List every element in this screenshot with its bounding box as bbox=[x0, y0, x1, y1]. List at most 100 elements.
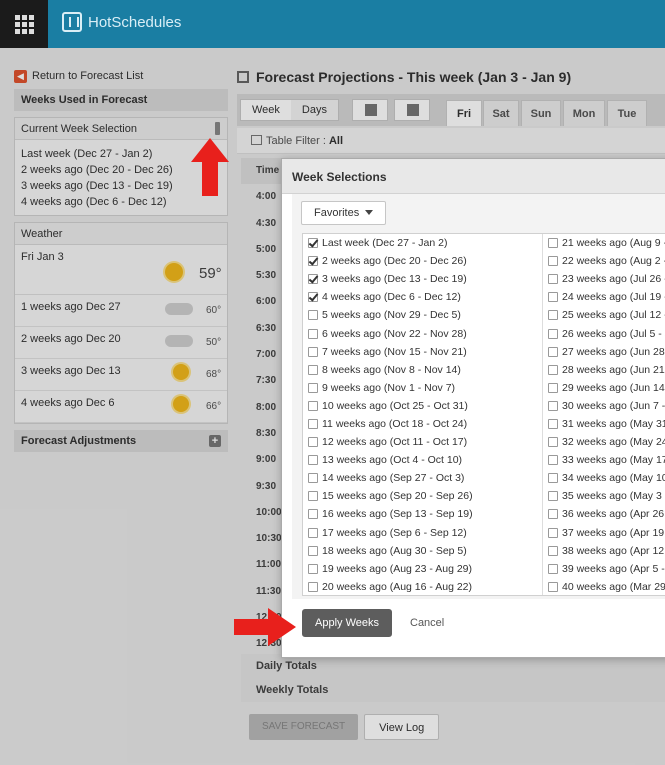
cancel-button[interactable]: Cancel bbox=[410, 617, 444, 629]
checkbox-unchecked[interactable] bbox=[548, 545, 558, 556]
week-option[interactable]: 13 weeks ago (Oct 4 - Oct 10) bbox=[303, 451, 542, 469]
checkbox-unchecked[interactable] bbox=[548, 455, 558, 466]
checkbox-unchecked[interactable] bbox=[308, 581, 318, 592]
checkbox-unchecked[interactable] bbox=[308, 346, 318, 357]
week-option[interactable]: 25 weeks ago (Jul 12 - Ju bbox=[543, 306, 665, 324]
checkbox-unchecked[interactable] bbox=[548, 364, 558, 375]
week-option[interactable]: 30 weeks ago (Jun 7 - Ju bbox=[543, 397, 665, 415]
week-option[interactable]: 27 weeks ago (Jun 28 - J bbox=[543, 343, 665, 361]
week-option[interactable]: 40 weeks ago (Mar 29 - bbox=[543, 578, 665, 596]
checkbox-unchecked[interactable] bbox=[308, 382, 318, 393]
checkbox-checked[interactable] bbox=[308, 238, 318, 249]
checkbox-unchecked[interactable] bbox=[308, 437, 318, 448]
week-option[interactable]: 12 weeks ago (Oct 11 - Oct 17) bbox=[303, 433, 542, 451]
week-option[interactable]: 8 weeks ago (Nov 8 - Nov 14) bbox=[303, 361, 542, 379]
checkbox-unchecked[interactable] bbox=[548, 292, 558, 303]
week-option-label: 14 weeks ago (Sep 27 - Oct 3) bbox=[322, 472, 465, 485]
week-option-label: 25 weeks ago (Jul 12 - Ju bbox=[562, 309, 665, 322]
week-option[interactable]: 16 weeks ago (Sep 13 - Sep 19) bbox=[303, 505, 542, 523]
checkbox-unchecked[interactable] bbox=[548, 238, 558, 249]
week-option-label: 34 weeks ago (May 10 - bbox=[562, 472, 665, 485]
checkbox-unchecked[interactable] bbox=[548, 437, 558, 448]
week-option-label: 2 weeks ago (Dec 20 - Dec 26) bbox=[322, 255, 467, 268]
checkbox-unchecked[interactable] bbox=[308, 473, 318, 484]
checkbox-unchecked[interactable] bbox=[548, 418, 558, 429]
checkbox-unchecked[interactable] bbox=[548, 346, 558, 357]
week-option[interactable]: 5 weeks ago (Nov 29 - Dec 5) bbox=[303, 306, 542, 324]
week-option[interactable]: 21 weeks ago (Aug 9 - A bbox=[543, 234, 665, 252]
week-option[interactable]: 39 weeks ago (Apr 5 - A bbox=[543, 560, 665, 578]
week-option[interactable]: 7 weeks ago (Nov 15 - Nov 21) bbox=[303, 343, 542, 361]
week-option[interactable]: 20 weeks ago (Aug 16 - Aug 22) bbox=[303, 578, 542, 596]
checkbox-unchecked[interactable] bbox=[548, 491, 558, 502]
checkbox-unchecked[interactable] bbox=[548, 509, 558, 520]
week-column-left: Last week (Dec 27 - Jan 2) 2 weeks ago (D… bbox=[303, 234, 543, 595]
checkbox-unchecked[interactable] bbox=[308, 509, 318, 520]
week-option[interactable]: 19 weeks ago (Aug 23 - Aug 29) bbox=[303, 560, 542, 578]
checkbox-checked[interactable] bbox=[308, 274, 318, 285]
checkbox-unchecked[interactable] bbox=[548, 563, 558, 574]
app-menu-button[interactable] bbox=[0, 0, 48, 48]
checkbox-unchecked[interactable] bbox=[548, 382, 558, 393]
week-option[interactable]: 4 weeks ago (Dec 6 - Dec 12) bbox=[303, 288, 542, 306]
week-option[interactable]: 28 weeks ago (Jun 21 - J bbox=[543, 361, 665, 379]
week-option-label: 17 weeks ago (Sep 6 - Sep 12) bbox=[322, 526, 467, 539]
grid-menu-icon bbox=[14, 14, 34, 34]
week-checkbox-list: Last week (Dec 27 - Jan 2) 2 weeks ago (D… bbox=[302, 233, 665, 596]
checkbox-unchecked[interactable] bbox=[548, 256, 558, 267]
checkbox-unchecked[interactable] bbox=[308, 527, 318, 538]
checkbox-unchecked[interactable] bbox=[548, 581, 558, 592]
week-option-label: 40 weeks ago (Mar 29 - bbox=[562, 580, 665, 593]
checkbox-unchecked[interactable] bbox=[308, 455, 318, 466]
checkbox-unchecked[interactable] bbox=[308, 418, 318, 429]
checkbox-unchecked[interactable] bbox=[308, 563, 318, 574]
week-option[interactable]: 38 weeks ago (Apr 12 - . bbox=[543, 542, 665, 560]
checkbox-unchecked[interactable] bbox=[308, 400, 318, 411]
checkbox-unchecked[interactable] bbox=[548, 328, 558, 339]
week-option[interactable]: 33 weeks ago (May 17 - bbox=[543, 451, 665, 469]
checkbox-unchecked[interactable] bbox=[308, 328, 318, 339]
week-option[interactable]: 29 weeks ago (Jun 14 - J bbox=[543, 379, 665, 397]
week-option[interactable]: 37 weeks ago (Apr 19 - . bbox=[543, 524, 665, 542]
week-option[interactable]: 15 weeks ago (Sep 20 - Sep 26) bbox=[303, 487, 542, 505]
week-option[interactable]: Last week (Dec 27 - Jan 2) bbox=[303, 234, 542, 252]
week-option[interactable]: 31 weeks ago (May 31 - bbox=[543, 415, 665, 433]
week-option[interactable]: 9 weeks ago (Nov 1 - Nov 7) bbox=[303, 379, 542, 397]
favorites-dropdown[interactable]: Favorites bbox=[301, 201, 387, 225]
week-option[interactable]: 2 weeks ago (Dec 20 - Dec 26) bbox=[303, 252, 542, 270]
checkbox-unchecked[interactable] bbox=[548, 527, 558, 538]
week-option-label: 7 weeks ago (Nov 15 - Nov 21) bbox=[322, 345, 467, 358]
checkbox-unchecked[interactable] bbox=[308, 491, 318, 502]
checkbox-unchecked[interactable] bbox=[548, 473, 558, 484]
checkbox-checked[interactable] bbox=[308, 292, 318, 303]
apply-weeks-button[interactable]: Apply Weeks bbox=[302, 609, 392, 637]
week-option[interactable]: 17 weeks ago (Sep 6 - Sep 12) bbox=[303, 524, 542, 542]
week-option[interactable]: 36 weeks ago (Apr 26 - . bbox=[543, 505, 665, 523]
week-option[interactable]: 22 weeks ago (Aug 2 - A bbox=[543, 252, 665, 270]
week-option[interactable]: 26 weeks ago (Jul 5 - Jul bbox=[543, 324, 665, 342]
annotation-arrow-right-icon bbox=[234, 608, 296, 646]
week-option[interactable]: 6 weeks ago (Nov 22 - Nov 28) bbox=[303, 324, 542, 342]
week-option-label: 29 weeks ago (Jun 14 - J bbox=[562, 381, 665, 394]
checkbox-checked[interactable] bbox=[308, 256, 318, 267]
checkbox-unchecked[interactable] bbox=[548, 400, 558, 411]
checkbox-unchecked[interactable] bbox=[308, 545, 318, 556]
week-option-label: 11 weeks ago (Oct 18 - Oct 24) bbox=[322, 417, 468, 430]
week-option-label: 21 weeks ago (Aug 9 - A bbox=[562, 237, 665, 250]
week-option[interactable]: 11 weeks ago (Oct 18 - Oct 24) bbox=[303, 415, 542, 433]
week-option[interactable]: 10 weeks ago (Oct 25 - Oct 31) bbox=[303, 397, 542, 415]
checkbox-unchecked[interactable] bbox=[308, 310, 318, 321]
app-logo[interactable]: HotSchedules bbox=[62, 12, 181, 32]
week-option[interactable]: 34 weeks ago (May 10 - bbox=[543, 469, 665, 487]
week-option[interactable]: 35 weeks ago (May 3 - M bbox=[543, 487, 665, 505]
week-option[interactable]: 24 weeks ago (Jul 19 - Ju bbox=[543, 288, 665, 306]
week-option[interactable]: 18 weeks ago (Aug 30 - Sep 5) bbox=[303, 542, 542, 560]
week-selections-modal: Week Selections Favorites Last week (Dec… bbox=[281, 158, 665, 658]
week-option[interactable]: 14 weeks ago (Sep 27 - Oct 3) bbox=[303, 469, 542, 487]
checkbox-unchecked[interactable] bbox=[548, 274, 558, 285]
week-option[interactable]: 3 weeks ago (Dec 13 - Dec 19) bbox=[303, 270, 542, 288]
week-option[interactable]: 32 weeks ago (May 24 - bbox=[543, 433, 665, 451]
checkbox-unchecked[interactable] bbox=[548, 310, 558, 321]
checkbox-unchecked[interactable] bbox=[308, 364, 318, 375]
week-option[interactable]: 23 weeks ago (Jul 26 - A bbox=[543, 270, 665, 288]
